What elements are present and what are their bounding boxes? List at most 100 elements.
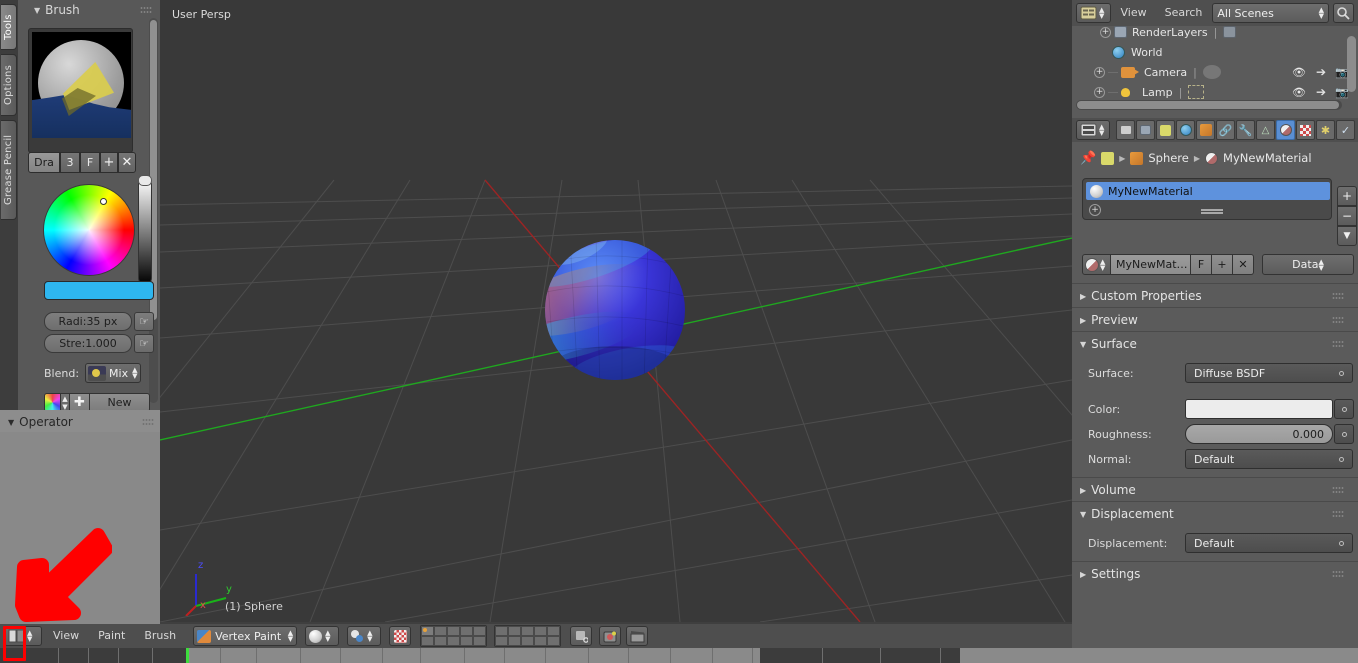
diffuse-color-swatch[interactable] xyxy=(1185,399,1333,419)
occlude-geometry-icon[interactable] xyxy=(389,626,412,646)
tab-particles[interactable]: ✱ xyxy=(1316,120,1335,140)
tab-constraints[interactable]: 🔗 xyxy=(1216,120,1235,140)
breadcrumb-material[interactable]: MyNewMaterial xyxy=(1223,151,1312,165)
color-wheel[interactable] xyxy=(43,184,135,276)
surface-shader-dropdown[interactable]: Diffuse BSDF xyxy=(1185,363,1353,383)
layer-cell[interactable] xyxy=(534,636,548,646)
brush-fake-user-button[interactable]: F xyxy=(80,152,100,173)
outliner-row-world[interactable]: World xyxy=(1072,42,1358,62)
sidebar-item-grease-pencil[interactable]: Grease Pencil xyxy=(1,120,17,220)
pin-icon[interactable]: 📌 xyxy=(1080,151,1096,166)
render-preview-icon[interactable] xyxy=(599,626,622,646)
layer-cell[interactable] xyxy=(421,626,435,636)
material-unlink-button[interactable]: ✕ xyxy=(1233,254,1254,275)
add-slot-small-icon[interactable]: + xyxy=(1089,204,1101,216)
resize-grip-icon[interactable] xyxy=(1201,209,1223,214)
material-slot-list[interactable]: MyNewMaterial + xyxy=(1082,178,1332,220)
layer-cell[interactable] xyxy=(495,636,509,646)
expand-icon[interactable]: + xyxy=(1094,66,1105,78)
scene-layers-top[interactable] xyxy=(420,625,488,647)
pivot-point-dropdown[interactable]: ▲ ▼ xyxy=(347,626,382,646)
material-name-field[interactable]: MyNewMat… xyxy=(1111,254,1191,275)
section-displacement[interactable]: ▼ Displacement xyxy=(1080,502,1350,526)
value-slider[interactable] xyxy=(138,175,152,285)
brush-name-field[interactable]: Dra xyxy=(28,152,60,173)
layer-cell[interactable] xyxy=(473,626,487,636)
visibility-eye-icon[interactable]: 👁 xyxy=(1292,86,1306,99)
material-link-dropdown[interactable]: Data ▲ ▼ xyxy=(1262,254,1354,275)
material-new-button[interactable]: + xyxy=(1212,254,1233,275)
outliner-row-camera[interactable]: + Camera | 👁 ➔ 📷 xyxy=(1072,62,1358,82)
timeline-strip[interactable] xyxy=(0,648,1358,663)
material-slot-specials-button[interactable]: ▼ xyxy=(1337,226,1357,246)
section-custom-properties[interactable]: ▶ Custom Properties xyxy=(1080,284,1350,308)
sidebar-item-options[interactable]: Options xyxy=(1,54,17,116)
normal-dropdown[interactable]: Default xyxy=(1185,449,1353,469)
section-volume[interactable]: ▶ Volume xyxy=(1080,478,1350,502)
tab-scene[interactable] xyxy=(1156,120,1175,140)
color-wheel-cursor[interactable] xyxy=(100,198,107,205)
view3d-menu-paint[interactable]: Paint xyxy=(90,626,133,646)
outliner-menu-search[interactable]: Search xyxy=(1157,3,1211,23)
tab-data[interactable]: △ xyxy=(1256,120,1275,140)
outliner-menu-view[interactable]: View xyxy=(1113,3,1155,23)
3d-viewport[interactable]: User Persp (1) Sphere z y x xyxy=(160,0,1072,622)
tab-physics[interactable]: ✓ xyxy=(1336,120,1355,140)
layer-cell[interactable] xyxy=(547,636,561,646)
material-fake-user-button[interactable]: F xyxy=(1191,254,1212,275)
properties-editor-type-button[interactable]: ▲ ▼ xyxy=(1076,120,1110,140)
roughness-slider[interactable]: 0.000 xyxy=(1185,424,1333,444)
layer-cell[interactable] xyxy=(434,636,448,646)
layer-cell[interactable] xyxy=(434,626,448,636)
breadcrumb-object[interactable]: Sphere xyxy=(1148,151,1189,165)
operator-panel-header[interactable]: ▼ Operator xyxy=(0,412,160,432)
layer-cell[interactable] xyxy=(495,626,509,636)
layer-cell[interactable] xyxy=(447,636,461,646)
visibility-eye-icon[interactable]: 👁 xyxy=(1292,66,1306,79)
view3d-menu-brush[interactable]: Brush xyxy=(136,626,184,646)
material-browse-button[interactable]: ▲ ▼ xyxy=(1082,254,1111,275)
outliner-horizontal-scrollbar[interactable] xyxy=(1076,100,1342,110)
layer-cell[interactable] xyxy=(547,626,561,636)
clapperboard-icon[interactable] xyxy=(626,626,649,646)
viewport-shading-dropdown[interactable]: ▲ ▼ xyxy=(305,626,340,646)
search-icon[interactable] xyxy=(1332,3,1354,23)
layer-cell[interactable] xyxy=(534,626,548,636)
tab-object[interactable] xyxy=(1196,120,1215,140)
brush-radius-slider[interactable]: Radi: 35 px ☞ xyxy=(44,312,154,331)
timeline-playhead[interactable] xyxy=(186,648,189,663)
brush-users-count[interactable]: 3 xyxy=(60,152,80,173)
blend-mode-dropdown[interactable]: Mix ▲ ▼ xyxy=(85,363,142,383)
expand-icon[interactable]: + xyxy=(1100,26,1111,38)
layer-cell[interactable] xyxy=(460,626,474,636)
layer-cell[interactable] xyxy=(447,626,461,636)
selectable-cursor-icon[interactable]: ➔ xyxy=(1316,85,1326,99)
add-material-slot-button[interactable]: + xyxy=(1337,186,1357,206)
expand-icon[interactable]: + xyxy=(1094,86,1105,98)
tab-material[interactable] xyxy=(1276,120,1295,140)
outliner-editor-type-button[interactable]: ▲ ▼ xyxy=(1076,3,1111,23)
layer-cell[interactable] xyxy=(460,636,474,646)
outliner-row-renderlayers[interactable]: + RenderLayers | xyxy=(1072,22,1358,42)
scene-icon[interactable] xyxy=(1101,151,1115,165)
view3d-menu-view[interactable]: View xyxy=(45,626,87,646)
layer-cell[interactable] xyxy=(421,636,435,646)
outliner-vertical-scrollbar[interactable] xyxy=(1347,36,1356,92)
outliner-row-lamp[interactable]: + Lamp | 👁 ➔ 📷 xyxy=(1072,82,1358,102)
section-surface[interactable]: ▼ Surface xyxy=(1080,332,1350,356)
tab-texture[interactable] xyxy=(1296,120,1315,140)
view3d-editor-type-button[interactable]: ▲ ▼ xyxy=(4,626,42,646)
active-color-swatch[interactable] xyxy=(44,281,154,300)
brush-preview-thumbnail[interactable] xyxy=(28,28,133,153)
brush-panel-header[interactable]: ▼ Brush xyxy=(18,0,158,20)
manipulator-icon[interactable] xyxy=(570,626,593,646)
layer-cell[interactable] xyxy=(473,636,487,646)
remove-material-slot-button[interactable]: − xyxy=(1337,206,1357,226)
renderlayers-data-icon[interactable] xyxy=(1223,26,1237,38)
interaction-mode-dropdown[interactable]: Vertex Paint ▲ ▼ xyxy=(193,626,298,646)
brush-new-button[interactable]: + xyxy=(100,152,118,173)
brush-strength-animate-icon[interactable]: ☞ xyxy=(134,334,154,353)
brush-strength-slider[interactable]: Stre: 1.000 ☞ xyxy=(44,334,154,353)
material-slot-selected[interactable]: MyNewMaterial xyxy=(1086,182,1330,200)
tab-render-layers[interactable] xyxy=(1136,120,1155,140)
